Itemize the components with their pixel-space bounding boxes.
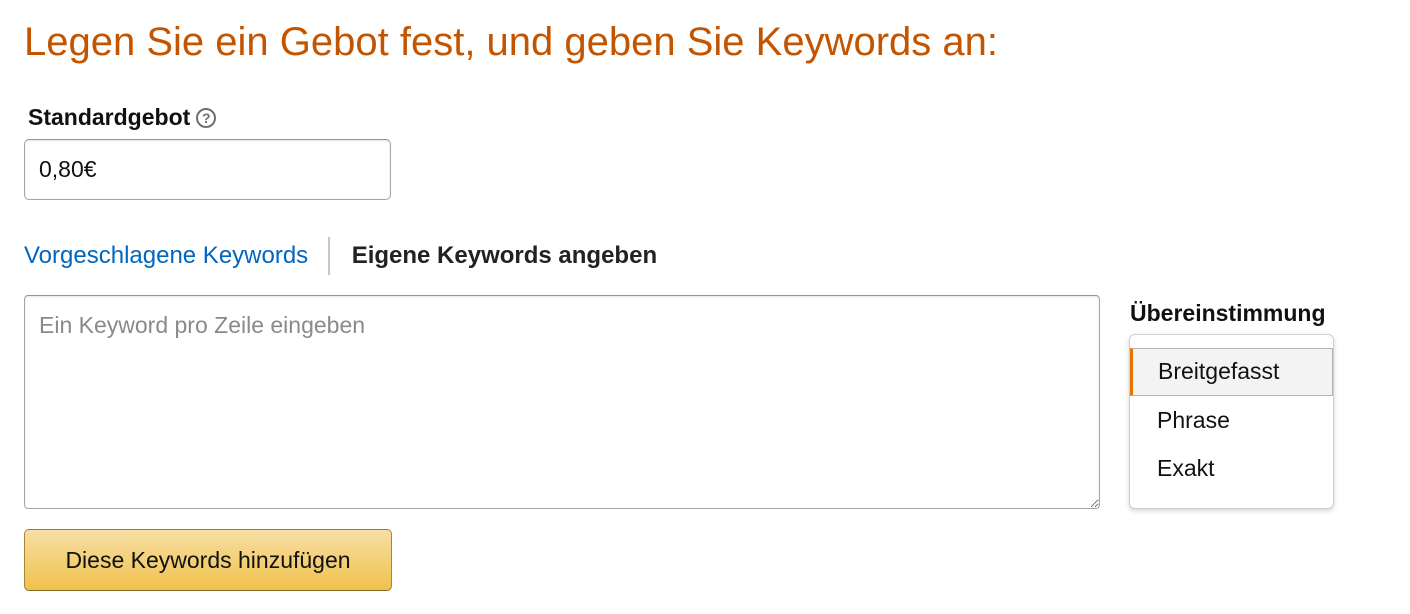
page-title: Legen Sie ein Gebot fest, und geben Sie …: [24, 20, 999, 64]
tab-custom-keywords[interactable]: Eigene Keywords angeben: [330, 242, 657, 270]
default-bid-label: Standardgebot: [28, 104, 191, 130]
default-bid-label-row: Standardgebot ?: [28, 104, 217, 131]
match-type-label: Übereinstimmung: [1130, 300, 1326, 326]
keyword-source-tabs: Vorgeschlagene Keywords Eigene Keywords …: [24, 236, 657, 276]
match-option-broad[interactable]: Breitgefasst: [1130, 348, 1333, 396]
match-option-phrase[interactable]: Phrase: [1130, 396, 1333, 444]
tab-suggested-keywords[interactable]: Vorgeschlagene Keywords: [24, 242, 328, 270]
keywords-textarea[interactable]: [24, 295, 1100, 509]
keyword-entry-panel: Legen Sie ein Gebot fest, und geben Sie …: [0, 0, 1410, 614]
match-option-exact[interactable]: Exakt: [1130, 444, 1333, 492]
add-keywords-button[interactable]: Diese Keywords hinzufügen: [24, 529, 392, 591]
match-type-listbox[interactable]: Breitgefasst Phrase Exakt: [1129, 334, 1334, 509]
default-bid-input[interactable]: [24, 139, 391, 200]
question-circle-icon[interactable]: ?: [196, 107, 217, 128]
